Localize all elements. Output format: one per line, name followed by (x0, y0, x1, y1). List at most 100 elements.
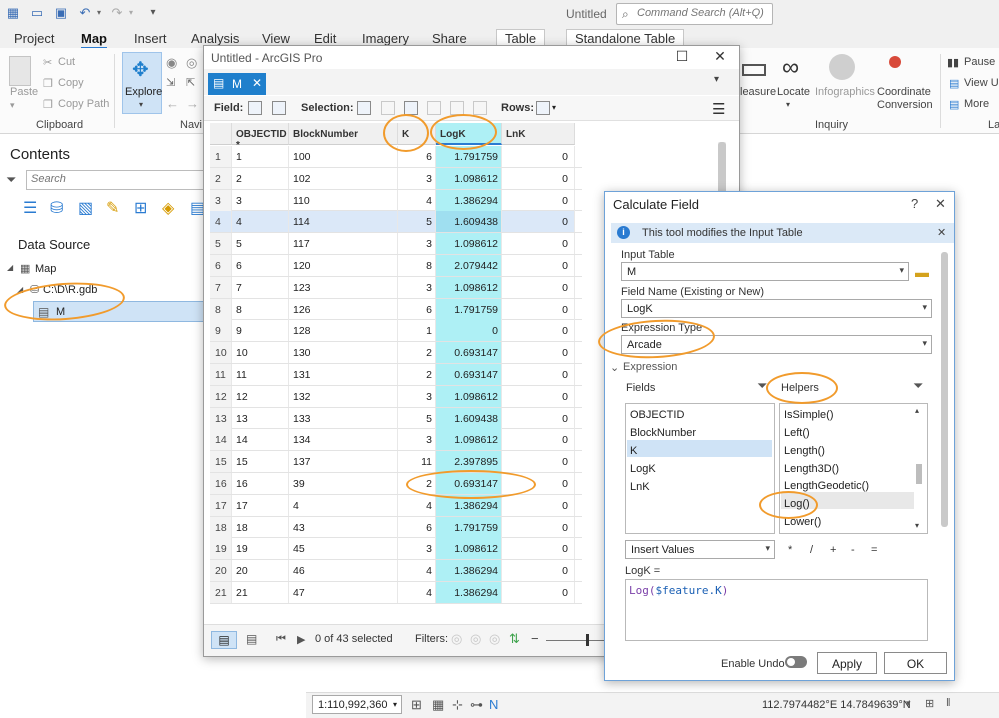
apply-button[interactable]: Apply (817, 652, 877, 674)
lnk-cell[interactable]: 0 (502, 320, 575, 342)
table-row[interactable]: 21 21 47 4 1.386294 0 (210, 582, 582, 604)
input-table-select[interactable]: M ▾ (621, 262, 909, 281)
table-row[interactable]: 4 4 114 5 1.609438 0 (210, 211, 582, 234)
zoom-out-table-icon[interactable]: − (531, 631, 539, 646)
logk-cell[interactable]: 1.609438 (436, 407, 502, 429)
k-cell[interactable]: 3 (398, 167, 436, 189)
close-dialog-button[interactable]: ✕ (935, 196, 946, 212)
k-cell[interactable]: 5 (398, 407, 436, 429)
logk-cell[interactable]: 1.386294 (436, 582, 502, 603)
new-project-icon[interactable]: ▦ (6, 6, 20, 20)
blocknumber-cell[interactable]: 46 (289, 560, 398, 582)
blocknumber-cell[interactable]: 120 (289, 255, 398, 276)
row-number-cell[interactable]: 1 (210, 146, 232, 167)
field-item-blocknumber[interactable]: BlockNumber (630, 427, 696, 439)
table-row[interactable]: 10 10 130 2 0.693147 0 (210, 342, 582, 364)
table-row[interactable]: 13 13 133 5 1.609438 0 (210, 407, 582, 430)
objectid-cell[interactable]: 9 (232, 320, 289, 342)
table-row[interactable]: 8 8 126 6 1.791759 0 (210, 298, 582, 321)
row-number-cell[interactable]: 7 (210, 276, 232, 298)
locate-dropdown-icon[interactable]: ▾ (786, 100, 790, 109)
row-number-cell[interactable]: 11 (210, 364, 232, 385)
tab-view[interactable]: View (262, 31, 290, 46)
blocknumber-cell[interactable]: 137 (289, 451, 398, 473)
row-number-cell[interactable]: 13 (210, 407, 232, 429)
measure-button[interactable]: leasure (740, 86, 776, 98)
helper-lengthgeodetic[interactable]: LengthGeodetic() (784, 480, 869, 492)
table-row[interactable]: 7 7 123 3 1.098612 0 (210, 276, 582, 299)
next-extent-icon[interactable]: → (186, 96, 199, 111)
lnk-cell[interactable]: 0 (502, 276, 575, 298)
dismiss-info-icon[interactable]: ✕ (937, 226, 946, 239)
helper-left[interactable]: Left() (784, 427, 810, 439)
field-item-lnk[interactable]: LnK (630, 481, 650, 493)
field-item-logk[interactable]: LogK (630, 463, 656, 475)
lnk-cell[interactable]: 0 (502, 298, 575, 320)
browse-folder-icon[interactable]: ▬ (915, 264, 929, 280)
table-row[interactable]: 15 15 137 11 2.397895 0 (210, 451, 582, 473)
k-cell[interactable]: 1 (398, 320, 436, 342)
row-number-cell[interactable]: 8 (210, 298, 232, 320)
list-by-snapping-icon[interactable]: ⊞ (134, 198, 154, 218)
delete-selection-icon[interactable] (450, 101, 464, 115)
pause-drawing-icon[interactable]: ‖ (946, 697, 951, 709)
zoom-to-selection-icon[interactable] (381, 101, 395, 115)
infographics-button[interactable]: Infographics (815, 86, 875, 98)
tab-insert[interactable]: Insert (134, 31, 167, 46)
zoom-in-fixed-icon[interactable]: ⇲ (166, 76, 175, 89)
operator-multiply[interactable]: * (788, 544, 792, 556)
k-cell[interactable]: 3 (398, 233, 436, 255)
list-by-selection-icon[interactable]: ▧ (78, 198, 98, 218)
show-selected-records-icon[interactable]: ▤ (246, 632, 257, 646)
k-cell[interactable]: 11 (398, 451, 436, 473)
insert-values-select[interactable]: Insert Values ▾ (625, 540, 775, 559)
logk-cell[interactable]: 1.791759 (436, 298, 502, 320)
tab-table[interactable]: Table (496, 29, 546, 46)
expression-collapse-icon[interactable]: ⌄ (610, 361, 619, 374)
table-row[interactable]: 2 2 102 3 1.098612 0 (210, 167, 582, 190)
logk-cell[interactable]: 0 (436, 320, 502, 342)
k-cell[interactable]: 8 (398, 255, 436, 276)
k-cell[interactable]: 3 (398, 429, 436, 451)
objectid-cell[interactable]: 17 (232, 494, 289, 516)
copy-selection-icon[interactable] (473, 101, 487, 115)
operator-divide[interactable]: / (810, 544, 813, 556)
selection-count-icon[interactable]: ⊞ (925, 697, 934, 710)
scale-selector[interactable]: 1:110,992,360 ▾ (312, 695, 402, 714)
lnk-cell[interactable]: 0 (502, 407, 575, 429)
logk-cell[interactable]: 2.079442 (436, 255, 502, 276)
blocknumber-cell[interactable]: 133 (289, 407, 398, 429)
previous-extent-icon[interactable]: ← (166, 96, 179, 111)
k-cell[interactable]: 2 (398, 364, 436, 385)
blocknumber-cell[interactable]: 43 (289, 516, 398, 538)
more-button[interactable]: More (964, 98, 989, 110)
table-menu-icon[interactable]: ☰ (712, 100, 725, 118)
undo-icon[interactable]: ↶ (78, 6, 92, 20)
list-by-editing-icon[interactable]: ✎ (106, 198, 126, 218)
select-by-attributes-icon[interactable] (357, 101, 371, 115)
pause-button[interactable]: Pause (964, 56, 995, 68)
table-row[interactable]: 20 20 46 4 1.386294 0 (210, 560, 582, 582)
lnk-cell[interactable]: 0 (502, 233, 575, 255)
row-number-cell[interactable]: 10 (210, 342, 232, 364)
row-number-cell[interactable]: 20 (210, 560, 232, 582)
blocknumber-cell[interactable]: 117 (289, 233, 398, 255)
blocknumber-cell[interactable]: 102 (289, 167, 398, 189)
objectid-cell[interactable]: 6 (232, 255, 289, 276)
filter-icon[interactable]: ⏷ (6, 172, 16, 188)
redo-icon[interactable]: ↷ (110, 6, 124, 20)
row-number-cell[interactable]: 21 (210, 582, 232, 603)
objectid-cell[interactable]: 20 (232, 560, 289, 582)
row-number-cell[interactable]: 5 (210, 233, 232, 255)
row-number-cell[interactable]: 18 (210, 516, 232, 538)
objectid-cell[interactable]: 19 (232, 538, 289, 560)
tab-project[interactable]: Project (14, 31, 54, 46)
table-row[interactable]: 3 3 110 4 1.386294 0 (210, 189, 582, 212)
enable-undo-toggle[interactable] (785, 656, 807, 668)
row-number-cell[interactable]: 19 (210, 538, 232, 560)
coordinate-dropdown-icon[interactable]: ▾ (906, 698, 911, 709)
blocknumber-cell[interactable]: 100 (289, 146, 398, 167)
objectid-cell[interactable]: 16 (232, 473, 289, 494)
table-row[interactable]: 5 5 117 3 1.098612 0 (210, 233, 582, 255)
lnk-cell[interactable]: 0 (502, 364, 575, 385)
